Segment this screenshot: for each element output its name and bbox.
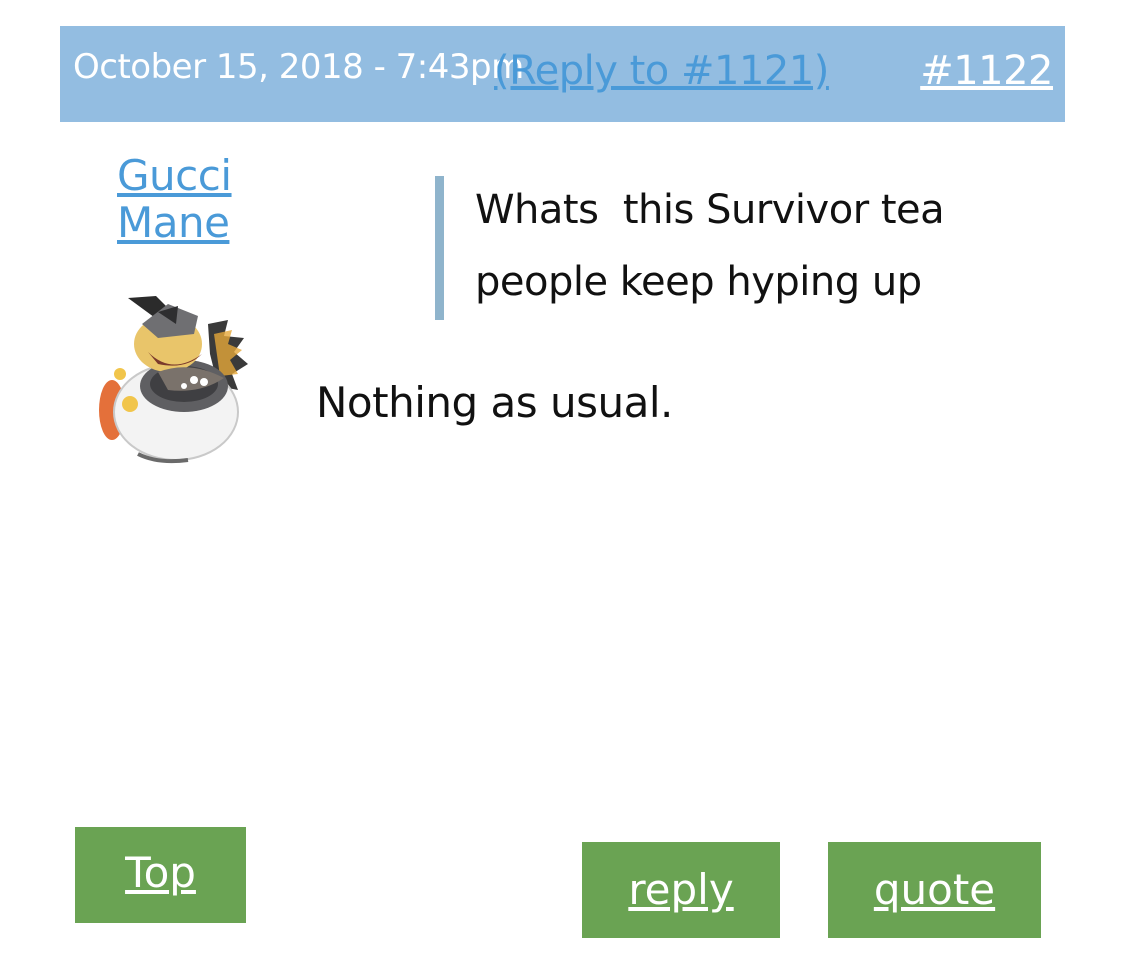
post-date: October 15, 2018 - 7:43pm — [73, 47, 524, 87]
post-number-link[interactable]: #1122 — [920, 48, 1053, 94]
reply-button[interactable]: reply — [582, 842, 780, 938]
user-avatar[interactable] — [98, 294, 250, 464]
avatar-image — [99, 296, 248, 464]
quote-text: Whats this Survivor tea people keep hypi… — [475, 187, 957, 305]
quote-button[interactable]: quote — [828, 842, 1041, 938]
quoted-message: Whats this Survivor tea people keep hypi… — [435, 176, 955, 320]
top-button[interactable]: Top — [75, 827, 246, 923]
reply-to-link[interactable]: (Reply to #1121) — [494, 48, 829, 94]
post-header: October 15, 2018 - 7:43pm (Reply to #112… — [60, 26, 1065, 122]
author-link[interactable]: Gucci Mane — [117, 152, 247, 246]
post-body-text: Nothing as usual. — [316, 378, 673, 427]
